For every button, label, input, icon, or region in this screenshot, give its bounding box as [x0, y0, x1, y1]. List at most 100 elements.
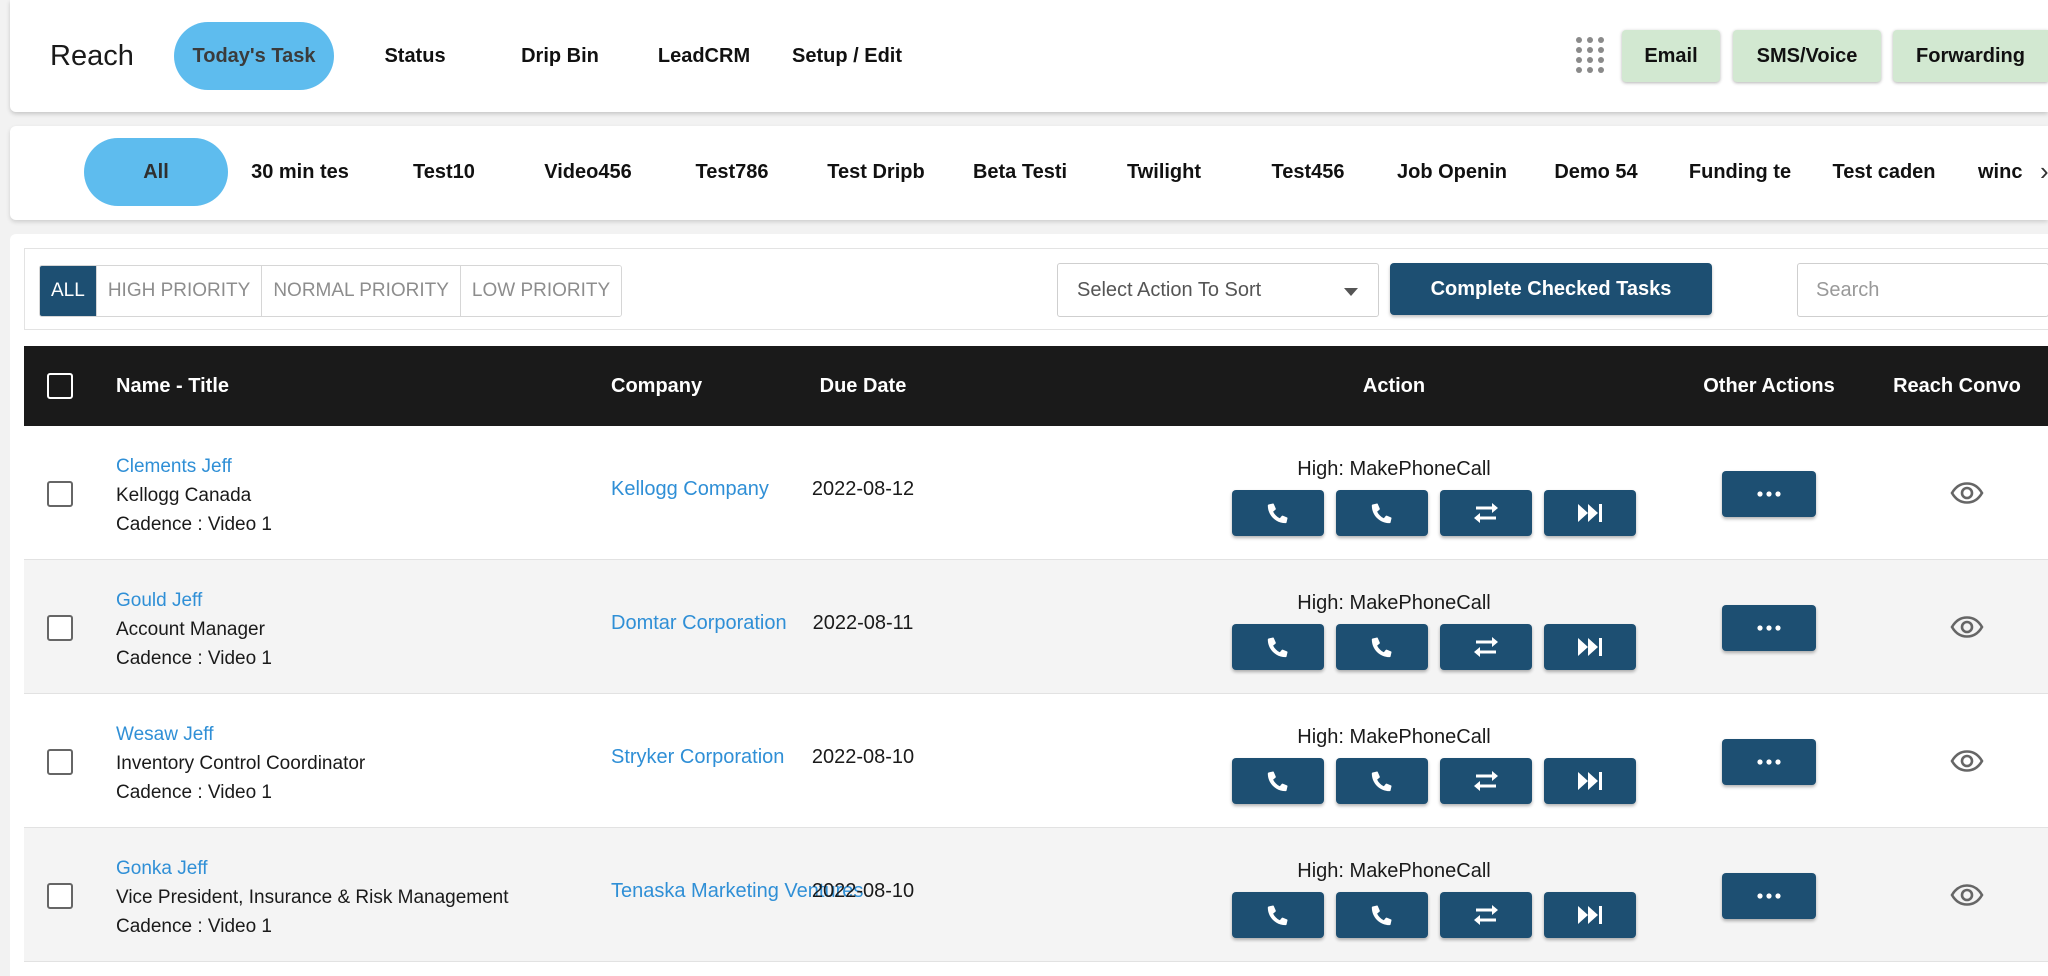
swap-icon [1474, 905, 1498, 925]
call-button[interactable] [1232, 624, 1324, 670]
priority-filter-all[interactable]: ALL [40, 266, 97, 316]
other-actions-button[interactable] [1722, 471, 1816, 517]
row-checkbox[interactable] [47, 481, 73, 507]
swap-action-button[interactable] [1440, 892, 1532, 938]
contact-name-link[interactable]: Clements Jeff [116, 452, 272, 481]
top-navigation-bar: Reach Today's Task Status Drip Bin LeadC… [10, 0, 2048, 112]
phone-icon [1267, 905, 1288, 926]
name-title-cell: Gonka Jeff Vice President, Insurance & R… [116, 854, 509, 941]
email-mode-button[interactable]: Email [1622, 30, 1720, 82]
swap-action-button[interactable] [1440, 490, 1532, 536]
task-table-body: Clements Jeff Kellogg Canada Cadence : V… [24, 426, 2048, 962]
swap-action-button[interactable] [1440, 758, 1532, 804]
priority-filter-normal[interactable]: NORMAL PRIORITY [262, 266, 461, 316]
more-horizontal-icon [1757, 625, 1781, 631]
nav-item-todays-task[interactable]: Today's Task [174, 22, 334, 90]
phone-icon [1371, 905, 1392, 926]
task-panel: ALL HIGH PRIORITY NORMAL PRIORITY LOW PR… [10, 234, 2048, 976]
dial-button[interactable] [1336, 892, 1428, 938]
cadence-tab[interactable]: Demo 54 [1524, 138, 1668, 206]
view-convo-button[interactable] [1950, 478, 1984, 508]
dial-button[interactable] [1336, 624, 1428, 670]
cadence-tab[interactable]: Funding te [1668, 138, 1812, 206]
select-all-checkbox[interactable] [47, 373, 73, 399]
cadence-tab[interactable]: Test Dripb [804, 138, 948, 206]
app-brand: Reach [50, 40, 134, 72]
sms-voice-mode-button[interactable]: SMS/Voice [1733, 30, 1881, 82]
contact-title: Inventory Control Coordinator [116, 753, 366, 774]
cadence-tab[interactable]: 30 min tes [228, 138, 372, 206]
priority-filter-high[interactable]: HIGH PRIORITY [96, 266, 263, 316]
cadence-tab[interactable]: Beta Testi [948, 138, 1092, 206]
dialpad-grid-icon[interactable] [1576, 37, 1604, 73]
phone-icon [1267, 771, 1288, 792]
forwarding-mode-button[interactable]: Forwarding [1893, 30, 2048, 82]
skip-forward-icon [1578, 906, 1602, 924]
sort-action-select[interactable]: Select Action To Sort [1057, 263, 1379, 317]
more-horizontal-icon [1757, 759, 1781, 765]
cadence-tab-bar: All 30 min tes Test10 Video456 Test786 T… [10, 126, 2048, 220]
column-header-other-actions: Other Actions [1703, 374, 1835, 397]
nav-item-leadcrm[interactable]: LeadCRM [644, 22, 764, 90]
view-convo-button[interactable] [1950, 612, 1984, 642]
contact-name-link[interactable]: Gonka Jeff [116, 854, 509, 883]
phone-icon [1267, 503, 1288, 524]
contact-title: Kellogg Canada [116, 485, 252, 506]
priority-filter-low[interactable]: LOW PRIORITY [460, 266, 622, 316]
row-checkbox[interactable] [47, 615, 73, 641]
view-convo-button[interactable] [1950, 746, 1984, 776]
dial-button[interactable] [1336, 758, 1428, 804]
phone-icon [1371, 503, 1392, 524]
name-title-cell: Wesaw Jeff Inventory Control Coordinator… [116, 720, 365, 807]
action-label: High: MakePhoneCall [1297, 592, 1491, 614]
cadence-tab[interactable]: Twilight [1092, 138, 1236, 206]
nav-item-status[interactable]: Status [360, 22, 470, 90]
row-checkbox[interactable] [47, 883, 73, 909]
dial-button[interactable] [1336, 490, 1428, 536]
action-label: High: MakePhoneCall [1297, 860, 1491, 882]
search-input[interactable] [1797, 263, 2048, 317]
skip-task-button[interactable] [1544, 490, 1636, 536]
call-button[interactable] [1232, 490, 1324, 536]
name-title-cell: Clements Jeff Kellogg Canada Cadence : V… [116, 452, 272, 539]
name-title-cell: Gould Jeff Account Manager Cadence : Vid… [116, 586, 272, 673]
cadence-tab[interactable]: winc [1956, 138, 2028, 206]
priority-filter-group: ALL HIGH PRIORITY NORMAL PRIORITY LOW PR… [39, 265, 623, 317]
scroll-right-chevron-icon[interactable]: › [2040, 156, 2048, 187]
cadence-tab[interactable]: Test10 [372, 138, 516, 206]
view-convo-button[interactable] [1950, 880, 1984, 910]
swap-icon [1474, 637, 1498, 657]
eye-icon [1950, 750, 1984, 772]
contact-name-link[interactable]: Wesaw Jeff [116, 720, 365, 749]
due-date: 2022-08-10 [811, 746, 915, 768]
cadence-tab-all[interactable]: All [84, 138, 228, 206]
eye-icon [1950, 482, 1984, 504]
cadence-tab[interactable]: Test caden [1812, 138, 1956, 206]
cadence-tab[interactable]: Test456 [1236, 138, 1380, 206]
column-header-due-date: Due Date [819, 374, 907, 397]
nav-item-setup-edit[interactable]: Setup / Edit [782, 22, 912, 90]
contact-name-link[interactable]: Gould Jeff [116, 586, 272, 615]
phone-icon [1267, 637, 1288, 658]
complete-checked-tasks-button[interactable]: Complete Checked Tasks [1390, 263, 1712, 315]
skip-task-button[interactable] [1544, 624, 1636, 670]
more-horizontal-icon [1757, 491, 1781, 497]
cadence-tab[interactable]: Video456 [516, 138, 660, 206]
cadence-tab[interactable]: Job Openin [1380, 138, 1524, 206]
phone-icon [1371, 771, 1392, 792]
skip-task-button[interactable] [1544, 758, 1636, 804]
skip-forward-icon [1578, 638, 1602, 656]
skip-task-button[interactable] [1544, 892, 1636, 938]
other-actions-button[interactable] [1722, 605, 1816, 651]
cadence-tab[interactable]: Test786 [660, 138, 804, 206]
nav-item-drip-bin[interactable]: Drip Bin [500, 22, 620, 90]
row-checkbox[interactable] [47, 749, 73, 775]
skip-forward-icon [1578, 772, 1602, 790]
other-actions-button[interactable] [1722, 873, 1816, 919]
column-header-action: Action [1362, 374, 1426, 397]
call-button[interactable] [1232, 892, 1324, 938]
swap-action-button[interactable] [1440, 624, 1532, 670]
call-button[interactable] [1232, 758, 1324, 804]
other-actions-button[interactable] [1722, 739, 1816, 785]
table-row: Clements Jeff Kellogg Canada Cadence : V… [24, 426, 2048, 560]
